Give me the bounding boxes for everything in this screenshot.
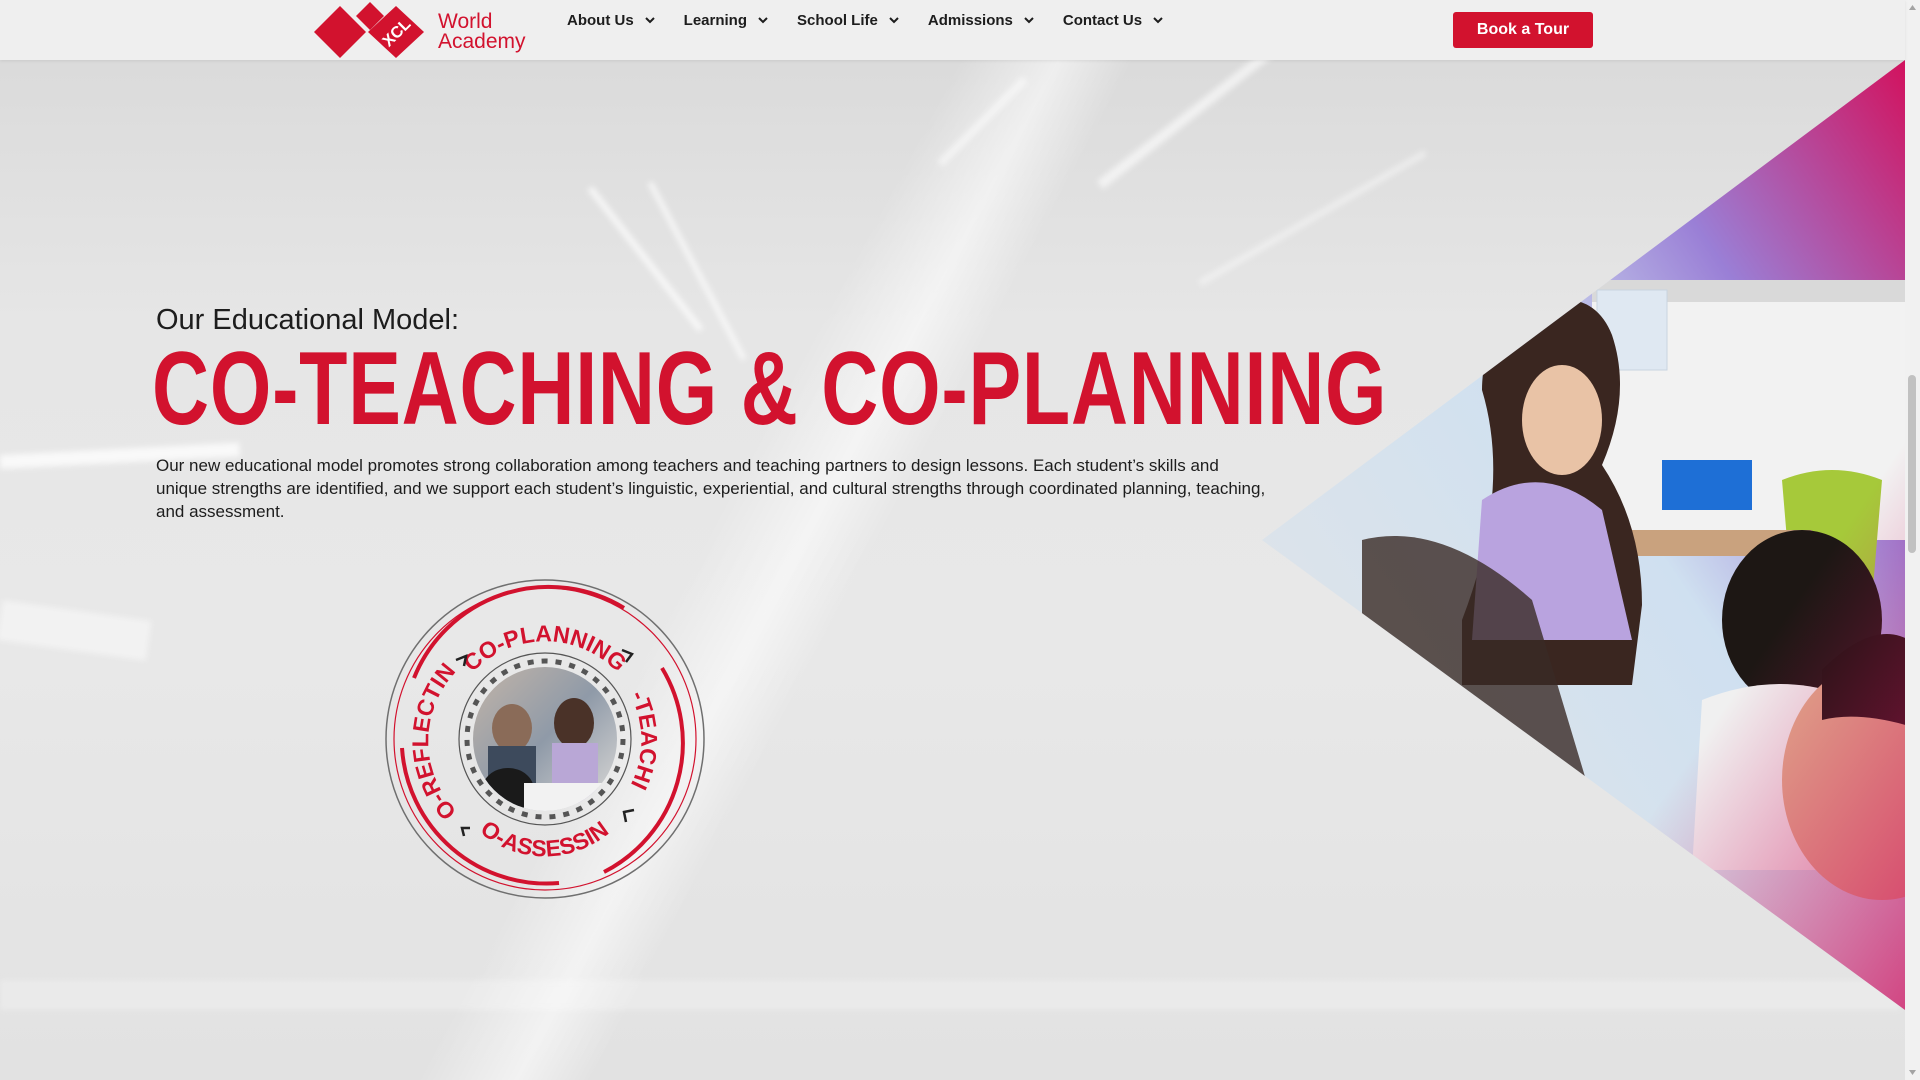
cycle-arrow-icon bbox=[455, 653, 468, 667]
co-teaching-cycle-diagram: CO-PLANNING CO-TEACHING CO-ASSESSING CO-… bbox=[384, 578, 705, 899]
nav-item-school-life[interactable]: School Life bbox=[797, 10, 900, 30]
main-nav: About Us Learning School Life Admissions… bbox=[567, 10, 1192, 30]
page-scrollbar[interactable] bbox=[1905, 0, 1920, 1080]
scrollbar-thumb[interactable] bbox=[1908, 375, 1916, 553]
page-background: Our Educational Model: CO-TEACHING & CO-… bbox=[0, 0, 1905, 1080]
chevron-down-icon bbox=[1024, 17, 1034, 24]
cycle-arrow-icon bbox=[460, 826, 470, 837]
chevron-down-icon bbox=[1153, 17, 1163, 24]
site-header: XCL World Academy About Us Learning Scho… bbox=[0, 0, 1905, 60]
scroll-down-arrow-icon[interactable] bbox=[1908, 1068, 1917, 1077]
hero-headline: CO-TEACHING & CO-PLANNING bbox=[152, 331, 1388, 447]
scroll-up-arrow-icon[interactable] bbox=[1908, 3, 1917, 12]
cycle-label-left: CO-REFLECTING bbox=[384, 578, 461, 825]
brand-name: World Academy bbox=[438, 10, 526, 53]
nav-item-admissions[interactable]: Admissions bbox=[928, 10, 1035, 30]
book-a-tour-button[interactable]: Book a Tour bbox=[1453, 12, 1593, 48]
nav-item-contact-us[interactable]: Contact Us bbox=[1063, 10, 1164, 30]
xcl-diamond-logo-icon: XCL bbox=[314, 2, 424, 58]
chevron-down-icon bbox=[644, 17, 655, 24]
chevron-down-icon bbox=[758, 17, 768, 24]
nav-item-about-us[interactable]: About Us bbox=[567, 10, 656, 30]
teacher-students-photo bbox=[1262, 60, 1905, 1010]
nav-item-learning[interactable]: Learning bbox=[684, 10, 769, 30]
chevron-down-icon bbox=[889, 17, 899, 24]
brand-logo[interactable]: XCL World Academy bbox=[312, 2, 542, 58]
cycle-arrow-icon bbox=[622, 808, 635, 823]
hero-description: Our new educational model promotes stron… bbox=[156, 456, 1266, 521]
